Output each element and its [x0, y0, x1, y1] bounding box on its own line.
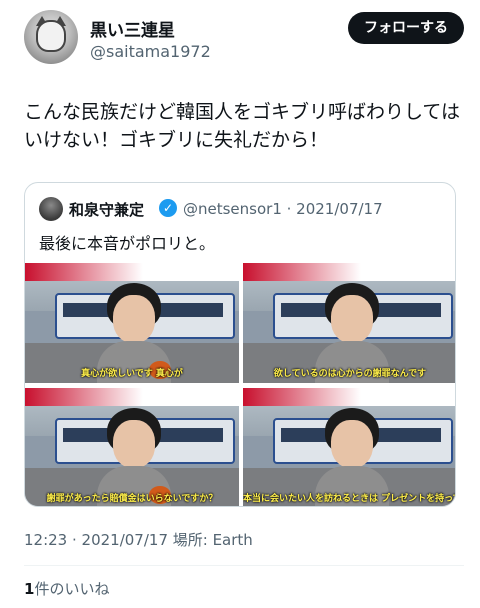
media-image[interactable]: 本当に会いたい人を訪ねるときは プレゼントを持っていきますよね — [243, 388, 455, 506]
subtitle: 謝罪があったら賠償金はいらないですか？ — [46, 494, 218, 504]
media-grid: 真心が欲しいです 真心が 欲しているのは心からの謝罪なんです 謝罪があったら賠償… — [25, 263, 455, 506]
media-image[interactable]: 謝罪があったら賠償金はいらないですか？ — [25, 388, 239, 506]
follow-button[interactable]: フォローする — [348, 12, 464, 44]
cat-face — [36, 20, 66, 52]
tweet-timestamp[interactable]: 12:23 · 2021/07/17 場所: Earth — [24, 529, 253, 550]
subtitle: 真心が欲しいです 真心が — [81, 369, 183, 379]
media-image[interactable]: 欲しているのは心からの謝罪なんです — [243, 263, 455, 383]
quoted-text: 最後に本音がポロリと。 — [39, 234, 216, 253]
divider — [24, 565, 464, 566]
quoted-user-avatar[interactable] — [39, 197, 63, 221]
media-image[interactable]: 真心が欲しいです 真心が — [25, 263, 239, 383]
tv-banner — [25, 388, 239, 406]
tweet-text: こんな民族だけど韓国人をゴキブリ呼ばわりしてはいけない！ゴキブリに失礼だから！ — [24, 101, 461, 151]
quoted-tweet[interactable]: 和泉守兼定 ✓ @netsensor1 · 2021/07/17 最後に本音がポ… — [24, 182, 456, 507]
tweet-header: 黒い三連星 @saitama1972 フォローする — [24, 10, 464, 70]
quoted-handle-date: @netsensor1 · 2021/07/17 — [183, 200, 383, 218]
subtitle: 本当に会いたい人を訪ねるときは プレゼントを持っていきますよね — [243, 494, 455, 504]
likes-count-link[interactable]: 1件のいいね — [24, 578, 109, 599]
user-avatar[interactable] — [24, 10, 78, 64]
likes-label: 件のいいね — [34, 580, 110, 598]
tv-banner — [243, 388, 455, 406]
tv-banner — [243, 263, 455, 281]
quoted-display-name[interactable]: 和泉守兼定 — [69, 199, 144, 220]
verified-badge-icon: ✓ — [159, 199, 177, 217]
user-handle[interactable]: @saitama1972 — [90, 42, 211, 61]
likes-count: 1 — [24, 580, 35, 598]
tv-banner — [25, 263, 239, 281]
subtitle: 欲しているのは心からの謝罪なんです — [273, 369, 427, 379]
display-name[interactable]: 黒い三連星 — [90, 16, 175, 41]
